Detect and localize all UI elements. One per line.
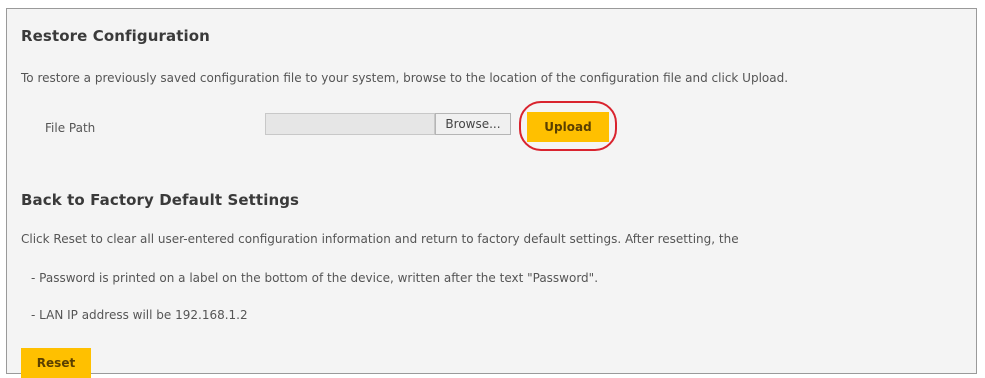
browse-button[interactable]: Browse... [435,113,511,135]
restore-configuration-title: Restore Configuration [21,27,210,45]
factory-default-title: Back to Factory Default Settings [21,191,300,209]
password-note: - Password is printed on a label on the … [31,271,599,285]
reset-button[interactable]: Reset [21,348,91,378]
file-path-input[interactable] [265,113,435,135]
lan-ip-note: - LAN IP address will be 192.168.1.2 [31,308,248,322]
settings-panel: Restore Configuration To restore a previ… [6,8,977,378]
file-path-label: File Path [45,121,96,135]
upload-button[interactable]: Upload [527,112,609,142]
factory-default-description: Click Reset to clear all user-entered co… [21,232,739,246]
restore-description: To restore a previously saved configurat… [21,71,789,85]
